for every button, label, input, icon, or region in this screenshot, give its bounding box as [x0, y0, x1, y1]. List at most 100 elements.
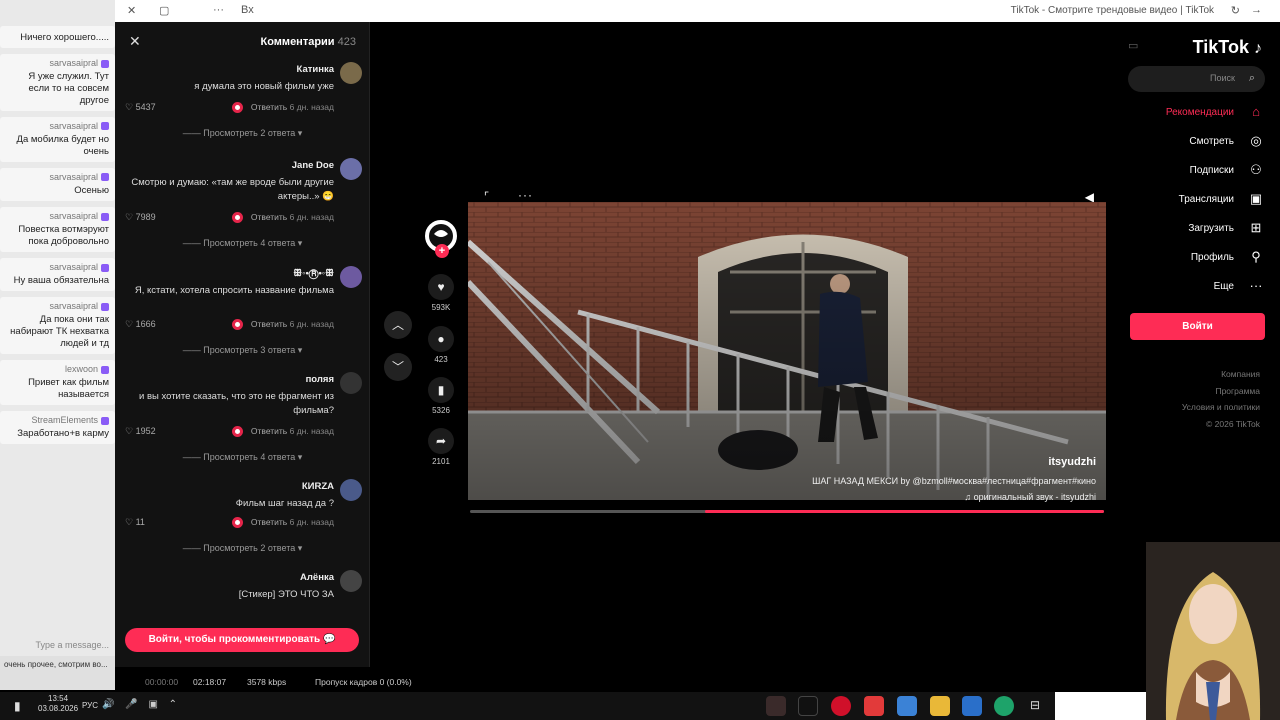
avatar[interactable]	[340, 372, 362, 394]
nav-explore[interactable]: Смотреть ◎	[1114, 132, 1264, 154]
recording-time: 00:00:00	[145, 677, 179, 687]
back-icon[interactable]: →	[1251, 4, 1262, 16]
comment-text: Фильм шаг назад да ?	[235, 498, 334, 509]
comment-author[interactable]: Jane Doe	[292, 160, 334, 171]
tab-icon[interactable]: Вх	[241, 4, 254, 16]
avatar[interactable]	[340, 570, 362, 592]
footer-link-terms[interactable]: Условия и политики	[1182, 399, 1260, 416]
tiktok-logo[interactable]: TikTok ♪	[1193, 37, 1262, 58]
chat-input[interactable]: Type a message...	[0, 636, 115, 654]
task-view-icon[interactable]: ⊟	[1030, 698, 1040, 712]
taskbar-edge-icon[interactable]	[994, 696, 1014, 716]
nav-label: Трансляции	[1178, 194, 1234, 205]
reply-button[interactable]: Ответить	[251, 426, 287, 436]
comment-author[interactable]: Катинка	[297, 64, 334, 75]
search-icon: ⌕	[1248, 72, 1255, 84]
view-replies-button[interactable]: —— Просмотреть 2 ответа ▾	[115, 543, 370, 554]
taskbar-folder-icon[interactable]	[930, 696, 950, 716]
chat-message: sarvasaipral Я уже служил. Тут если то на…	[0, 53, 115, 111]
view-replies-label: Просмотреть 2 ответа	[203, 543, 296, 553]
footer-link-program[interactable]: Программа	[1182, 383, 1260, 400]
taskbar-opera-icon[interactable]	[831, 696, 851, 716]
video-sound[interactable]: ♫ оригинальный звук - itsyudzhi	[964, 492, 1096, 502]
taskbar-mail-icon[interactable]	[962, 696, 982, 716]
next-video-button[interactable]: ﹀	[384, 353, 412, 381]
taskbar-store-icon[interactable]	[897, 696, 917, 716]
tiktok-logo-text: TikTok	[1192, 37, 1249, 57]
nav-following[interactable]: Подписки ⚇	[1114, 161, 1264, 183]
comment-text: я думала это новый фильм уже	[194, 81, 334, 92]
nav-live[interactable]: Трансляции ▣	[1114, 190, 1264, 212]
search-placeholder: Поиск	[1210, 73, 1235, 83]
notification-icon[interactable]: ▮	[14, 699, 21, 713]
upload-icon: ⊞	[1250, 220, 1262, 235]
maximize-icon[interactable]: ▢	[159, 4, 169, 17]
footer-copyright: © 2026 TikTok	[1206, 418, 1260, 429]
reply-icon	[231, 319, 243, 331]
tray-clock[interactable]: 13:54 03.08.2026	[38, 694, 78, 713]
collapse-sidebar-icon[interactable]: ▭	[1128, 39, 1138, 52]
comment-author[interactable]: ꕥ⁠◦⁠•⁠Ⓡ⁠•⁠◦ꕥ	[293, 268, 334, 279]
taskbar-app-r-icon[interactable]	[864, 696, 884, 716]
nav-recommendations[interactable]: Рекомендации ⌂	[1114, 103, 1264, 125]
comments-title: Комментарии 423	[261, 36, 361, 48]
login-button[interactable]: Войти	[1130, 313, 1265, 340]
reply-button[interactable]: Ответить	[251, 517, 287, 527]
save-action[interactable]: ▮ 5326	[424, 377, 458, 415]
comment-likes[interactable]: ♡ 5437	[125, 102, 156, 113]
nav-profile[interactable]: Профиль ⚲	[1114, 248, 1264, 270]
login-to-comment-button[interactable]: Войти, чтобы прокомментировать 💬	[125, 628, 359, 652]
taskbar-app-icon[interactable]	[766, 696, 786, 716]
more-options-icon[interactable]: ···	[213, 4, 224, 16]
view-replies-button[interactable]: —— Просмотреть 4 ответа ▾	[115, 452, 370, 463]
comment-author[interactable]: поляя	[306, 374, 334, 385]
tray-icons[interactable]: 🔊 🎤 ▣ ⌃	[102, 699, 181, 710]
skipped-frames: Пропуск кадров 0 (0.0%)	[315, 677, 412, 687]
comment-author[interactable]: Алёнка	[300, 572, 334, 583]
reply-icon	[231, 102, 243, 114]
close-comments-icon[interactable]: ✕	[129, 33, 141, 50]
footer-link-company[interactable]: Компания	[1182, 366, 1260, 383]
like-action[interactable]: ♥ 593K	[424, 274, 458, 312]
view-replies-button[interactable]: —— Просмотреть 4 ответа ▾	[115, 238, 370, 249]
reply-button[interactable]: Ответить	[251, 319, 287, 329]
avatar[interactable]	[340, 62, 362, 84]
follow-plus-icon[interactable]: +	[435, 244, 449, 258]
comment-likes[interactable]: ♡ 7989	[125, 212, 156, 223]
avatar[interactable]	[340, 266, 362, 288]
comment-likes[interactable]: ♡ 11	[125, 517, 145, 528]
taskbar-search-box[interactable]	[1055, 692, 1146, 720]
creator-avatar-button[interactable]: +	[425, 220, 459, 260]
nav-upload[interactable]: Загрузить ⊞	[1114, 219, 1264, 241]
comment-author[interactable]: КИRZА	[302, 481, 334, 492]
comment-action[interactable]: ● 423	[424, 326, 458, 364]
taskbar-tiktok-icon[interactable]	[798, 696, 818, 716]
video-frame[interactable]: itsyudzhi ШАГ НАЗАД МЕКСИ by @bzmoll#мос…	[468, 202, 1106, 500]
avatar[interactable]	[340, 158, 362, 180]
comment-item: КИRZА Фильм шаг назад да ? Ответить 6 дн…	[115, 479, 370, 579]
video-progress-bar[interactable]	[470, 510, 1104, 513]
nav-more[interactable]: Еще ···	[1114, 277, 1264, 299]
share-icon: ➦	[428, 428, 454, 454]
view-replies-label: Просмотреть 4 ответа	[203, 238, 296, 248]
comment-likes[interactable]: ♡ 1952	[125, 426, 156, 437]
reload-icon[interactable]: ↻	[1231, 4, 1240, 17]
share-action[interactable]: ➦ 2101	[424, 428, 458, 466]
chat-text: Ничего хорошего.....	[20, 32, 109, 43]
comment-date: 6 дн. назад	[289, 517, 334, 527]
comment-likes[interactable]: ♡ 1666	[125, 319, 156, 330]
video-player[interactable]: ⌜ ··· ◀ itsyudzhi ШАГ НАЗАД МЕКСИ by @bz…	[468, 190, 1106, 516]
avatar[interactable]	[340, 479, 362, 501]
more-options-icon[interactable]: ···	[518, 190, 533, 202]
language-indicator[interactable]: РУС	[82, 701, 98, 710]
view-replies-button[interactable]: —— Просмотреть 2 ответа ▾	[115, 128, 370, 139]
view-replies-button[interactable]: —— Просмотреть 3 ответа ▾	[115, 345, 370, 356]
close-window-icon[interactable]: ✕	[127, 4, 136, 17]
search-input[interactable]: Поиск ⌕	[1128, 66, 1265, 92]
reply-button[interactable]: Ответить	[251, 212, 287, 222]
comment-item: Jane Doe Смотрю и думаю: «там же вроде б…	[115, 158, 370, 268]
video-author[interactable]: itsyudzhi	[812, 456, 1096, 468]
reply-button[interactable]: Ответить	[251, 102, 287, 112]
comment-meta: Ответить 6 дн. назад	[228, 517, 334, 529]
previous-video-button[interactable]: ︿	[384, 311, 412, 339]
